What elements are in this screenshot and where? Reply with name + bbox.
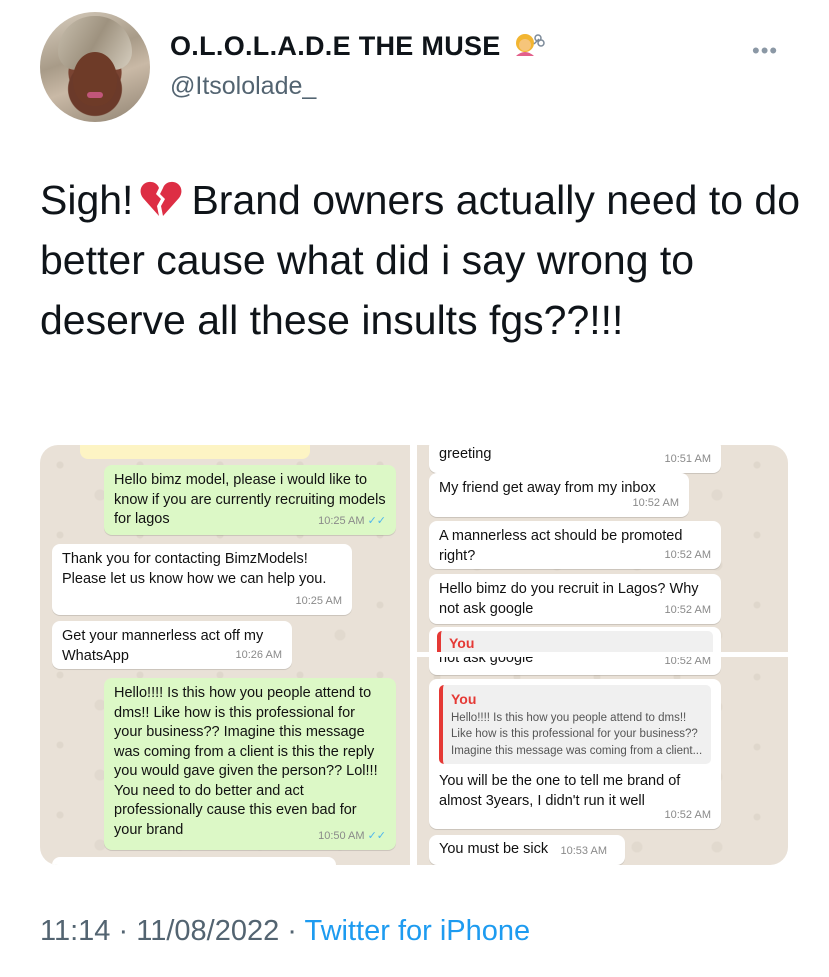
chat-bubble-incoming: Get your mannerless act off my WhatsApp … — [52, 621, 292, 669]
quote-author: You — [449, 635, 475, 651]
message-time: 10:52 AM — [664, 548, 711, 561]
author-name-row[interactable]: O.L.O.L.A.D.E THE MUSE — [170, 30, 546, 62]
chat-bubble-incoming: not ask google 10:52 AM — [429, 657, 721, 675]
message-time: 10:52 AM — [632, 496, 679, 509]
message-text: Hello bimz do you recruit in Lagos? Why … — [439, 581, 699, 617]
tweet-source-link[interactable]: Twitter for iPhone — [305, 915, 531, 947]
chat-screenshot-right-bottom: not ask google 10:52 AM You Hello!!!! Is… — [417, 657, 788, 865]
double-check-icon: ✓✓ — [367, 829, 386, 842]
broken-heart-emoji-icon — [139, 174, 183, 216]
separator-dot: · — [287, 915, 297, 947]
message-text: Get your mannerless act off my WhatsApp — [62, 628, 264, 664]
woman-getting-haircut-emoji-icon — [512, 30, 546, 60]
message-time: 10:50 AM ✓✓ — [318, 829, 386, 842]
message-text: greeting — [439, 446, 492, 462]
chat-screenshot-right-top: greeting 10:51 AM My friend get away fro… — [417, 445, 788, 652]
quote-text: Hello!!!! Is this how you people attend … — [451, 711, 703, 757]
message-text: Hello!!!! Is this how you people attend … — [114, 685, 378, 838]
tweet-footer: 11:14 · 11/08/2022 · Twitter for iPhone — [40, 915, 530, 948]
tweet-text-start: Sigh! — [40, 177, 134, 223]
message-time: 10:53 AM — [560, 844, 607, 857]
quote-author: You — [451, 691, 477, 707]
chat-bubble-incoming: Hello bimz do you recruit in Lagos? Why … — [429, 574, 721, 624]
message-time: 10:52 AM — [664, 657, 711, 667]
chat-bubble-incoming: You must be sick 10:53 AM — [429, 835, 625, 865]
message-time: 10:25 AM — [295, 594, 342, 607]
chat-bubble-incoming: My friend get away from my inbox 10:52 A… — [429, 473, 689, 517]
more-options-icon[interactable]: ••• — [752, 38, 778, 64]
chat-bubble-incoming: Thank you for contacting BimzModels! Ple… — [52, 544, 352, 615]
message-time: 10:52 AM — [664, 603, 711, 616]
author-handle[interactable]: @Itsololade_ — [170, 72, 316, 101]
separator-dot: · — [118, 915, 129, 947]
cut-bubble-top — [80, 445, 310, 459]
chat-bubble-incoming: greeting 10:51 AM — [429, 445, 721, 473]
message-text: Thank you for contacting BimzModels! Ple… — [62, 551, 327, 587]
message-time: 10:51 AM — [664, 452, 711, 465]
quoted-message: You Hello!!!! Is this how you people att… — [439, 685, 711, 764]
tweet-date[interactable]: 11/08/2022 — [136, 915, 279, 947]
chat-screenshot-left: Hello bimz model, please i would like to… — [40, 445, 410, 865]
cut-bubble-bottom — [52, 857, 336, 865]
chat-bubble-outgoing: Hello bimz model, please i would like to… — [104, 465, 396, 535]
chat-bubble-reply: You Hello!!!! Is this how you people att… — [429, 679, 721, 829]
message-text: A mannerless act should be promoted righ… — [439, 528, 683, 564]
chat-bubble-incoming: A mannerless act should be promoted righ… — [429, 521, 721, 569]
author-display-name[interactable]: O.L.O.L.A.D.E THE MUSE — [170, 31, 501, 61]
tweet-time[interactable]: 11:14 — [40, 915, 110, 947]
lips-shape — [87, 92, 103, 98]
chat-bubble-reply-cut: You — [429, 627, 721, 652]
chat-bubble-outgoing: Hello!!!! Is this how you people attend … — [104, 678, 396, 850]
message-text: You will be the one to tell me brand of … — [439, 773, 681, 809]
message-time: 10:52 AM — [664, 808, 711, 821]
double-check-icon: ✓✓ — [367, 514, 386, 527]
quoted-message: You — [437, 631, 713, 652]
tweet-text: Sigh! Brand owners actually need to do b… — [40, 170, 800, 350]
message-time: 10:26 AM — [235, 648, 282, 661]
message-text: My friend get away from my inbox — [439, 480, 656, 496]
message-time: 10:25 AM ✓✓ — [318, 514, 386, 527]
profile-avatar[interactable] — [40, 12, 150, 122]
tweet-media-image[interactable]: Hello bimz model, please i would like to… — [40, 445, 788, 865]
message-text: not ask google — [439, 657, 534, 666]
message-text: You must be sick — [439, 841, 549, 857]
